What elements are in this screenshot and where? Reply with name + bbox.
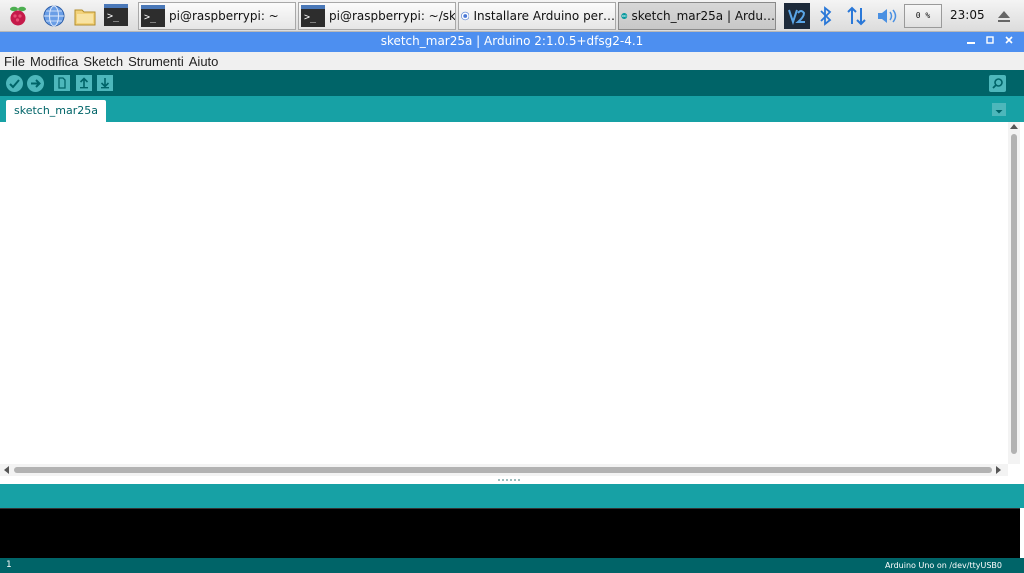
file-manager-icon[interactable] <box>73 4 97 28</box>
close-button[interactable] <box>1002 35 1016 49</box>
vnc-icon[interactable] <box>784 3 810 29</box>
menu-file[interactable]: File <box>4 54 25 69</box>
task-label: sketch_mar25a | Ardu… <box>631 9 776 23</box>
task-label: pi@raspberrypi: ~ <box>169 9 279 23</box>
pane-grip-icon[interactable] <box>498 479 520 481</box>
message-bar <box>0 484 1024 508</box>
arrow-up-icon <box>79 77 89 89</box>
magnifier-icon <box>992 78 1003 89</box>
raspberry-menu-icon[interactable] <box>6 4 30 28</box>
arduino-icon <box>621 13 628 19</box>
vertical-scrollbar[interactable] <box>1008 122 1020 464</box>
eject-icon[interactable] <box>996 9 1012 23</box>
task-label: Installare Arduino per… <box>473 9 615 23</box>
maximize-icon <box>986 36 994 44</box>
menu-strumenti[interactable]: Strumenti <box>128 54 184 69</box>
menubar: File Modifica Sketch Strumenti Aiuto <box>0 52 1024 70</box>
cpu-monitor[interactable]: 0 % <box>904 4 942 28</box>
toolbar <box>0 70 1024 96</box>
terminal-icon: >_ <box>141 5 165 27</box>
minimize-button[interactable] <box>964 35 978 49</box>
tab-menu-button[interactable] <box>992 103 1006 116</box>
verify-button[interactable] <box>6 75 23 92</box>
checkmark-icon <box>9 79 20 89</box>
window-title: sketch_mar25a | Arduino 2:1.0.5+dfsg2-4.… <box>380 34 644 48</box>
menu-aiuto[interactable]: Aiuto <box>189 54 219 69</box>
chevron-down-icon <box>995 110 1003 114</box>
new-file-icon <box>58 77 66 89</box>
vertical-scroll-thumb[interactable] <box>1011 134 1017 454</box>
network-icon[interactable] <box>846 5 868 27</box>
close-icon <box>1005 36 1013 44</box>
task-browser[interactable]: Installare Arduino per… <box>458 2 616 30</box>
scroll-up-icon[interactable] <box>1010 124 1018 129</box>
task-terminal-sketch[interactable]: >_ pi@raspberrypi: ~/sk… <box>298 2 456 30</box>
screen: >_ >_ pi@raspberrypi: ~ >_ pi@raspberryp… <box>0 0 1024 573</box>
serial-monitor-button[interactable] <box>989 75 1006 92</box>
save-button[interactable] <box>97 75 113 91</box>
tab-sketch[interactable]: sketch_mar25a <box>6 100 106 122</box>
web-browser-icon[interactable] <box>42 4 66 28</box>
menu-modifica[interactable]: Modifica <box>30 54 78 69</box>
terminal-icon: >_ <box>301 5 325 27</box>
maximize-button[interactable] <box>983 35 997 49</box>
new-button[interactable] <box>54 75 70 91</box>
task-terminal-home[interactable]: >_ pi@raspberrypi: ~ <box>138 2 296 30</box>
clock[interactable]: 23:05 <box>950 8 985 22</box>
task-arduino[interactable]: sketch_mar25a | Ardu… <box>618 2 776 30</box>
code-editor[interactable] <box>0 122 1008 464</box>
line-number: 1 <box>6 560 12 570</box>
footer-status: 1 Arduino Uno on /dev/ttyUSB0 <box>0 558 1024 573</box>
minimize-icon <box>967 42 975 44</box>
window-titlebar: sketch_mar25a | Arduino 2:1.0.5+dfsg2-4.… <box>0 32 1024 52</box>
editor-edge <box>1020 122 1024 476</box>
chromium-icon <box>461 11 470 21</box>
bluetooth-icon[interactable] <box>818 6 834 26</box>
terminal-launcher-icon[interactable]: >_ <box>104 4 128 28</box>
horizontal-scroll-thumb[interactable] <box>14 467 992 473</box>
upload-button[interactable] <box>27 75 44 92</box>
task-label: pi@raspberrypi: ~/sk… <box>329 9 456 23</box>
horizontal-scrollbar[interactable] <box>0 464 1008 476</box>
board-info: Arduino Uno on /dev/ttyUSB0 <box>884 561 1002 570</box>
taskbar: >_ >_ pi@raspberrypi: ~ >_ pi@raspberryp… <box>0 0 1024 32</box>
open-button[interactable] <box>76 75 92 91</box>
volume-icon[interactable] <box>876 7 898 25</box>
arrow-down-icon <box>100 78 110 89</box>
tab-row: sketch_mar25a <box>0 96 1024 122</box>
scroll-left-icon[interactable] <box>4 466 9 474</box>
console-output[interactable] <box>0 508 1020 558</box>
terminal-icon: >_ <box>104 4 128 26</box>
arrow-right-icon <box>31 79 41 88</box>
scroll-right-icon[interactable] <box>996 466 1001 474</box>
menu-sketch[interactable]: Sketch <box>83 54 123 69</box>
